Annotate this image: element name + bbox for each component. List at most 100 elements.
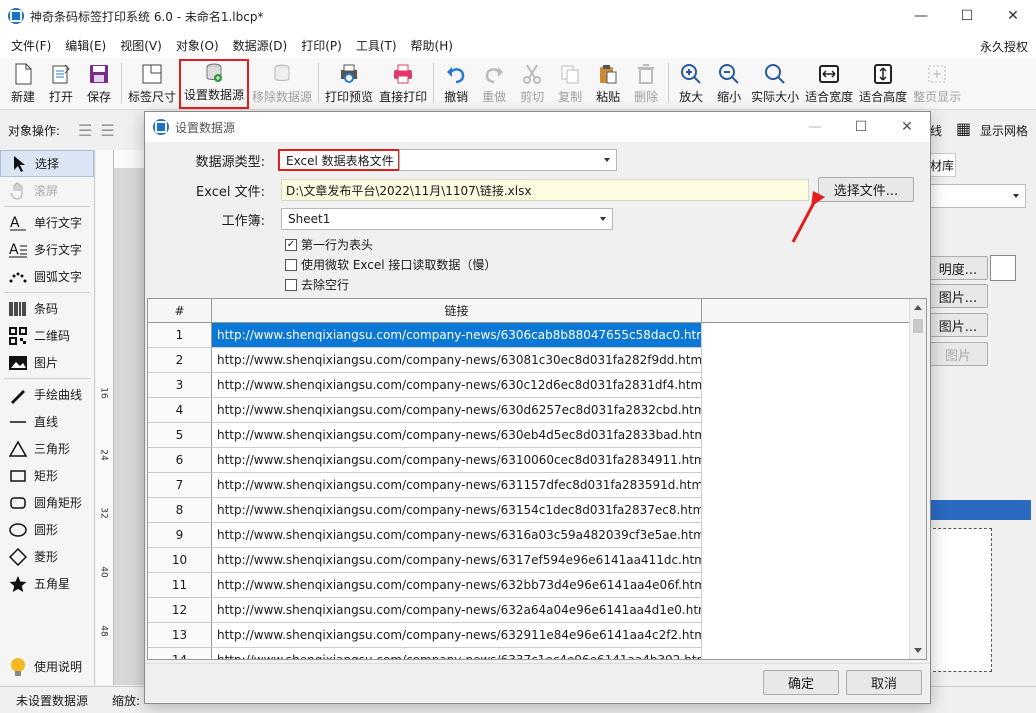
dialog-close-button[interactable]: ✕ <box>884 112 930 142</box>
full-page-button[interactable]: 整页显示 <box>910 59 964 109</box>
menu-edit[interactable]: 编辑(E) <box>58 37 113 54</box>
data-preview-table[interactable]: # 链接 1 http://www.shenqixiangsu.com/compa… <box>147 298 927 660</box>
image-button-1[interactable]: 图片... <box>928 284 988 308</box>
grid-icon[interactable]: ▦ <box>956 119 971 138</box>
actual-size-button[interactable]: 实际大小 <box>748 59 802 109</box>
table-row[interactable]: 4 http://www.shenqixiangsu.com/company-ne… <box>148 398 926 423</box>
image-button-3[interactable]: 图片 <box>928 342 988 366</box>
table-row[interactable]: 10 http://www.shenqixiangsu.com/company-n… <box>148 548 926 573</box>
tool-line[interactable]: 直线 <box>0 408 94 435</box>
save-button[interactable]: 保存 <box>80 59 118 109</box>
ms-excel-checkbox[interactable]: 使用微软 Excel 接口读取数据（慢） <box>285 256 496 273</box>
close-button[interactable]: ✕ <box>990 0 1036 32</box>
scroll-down-icon[interactable] <box>914 648 922 653</box>
print-preview-button[interactable]: 打印预览 <box>322 59 376 109</box>
tool-barcode[interactable]: 条码 <box>0 295 94 322</box>
cut-button[interactable]: 剪切 <box>513 59 551 109</box>
direct-print-button[interactable]: 直接打印 <box>376 59 430 109</box>
tool-rect[interactable]: 矩形 <box>0 462 94 489</box>
row-link-cell[interactable]: http://www.shenqixiangsu.com/company-new… <box>212 323 702 348</box>
table-row[interactable]: 7 http://www.shenqixiangsu.com/company-ne… <box>148 473 926 498</box>
copy-button[interactable]: 复制 <box>551 59 589 109</box>
tool-image[interactable]: 图片 <box>0 349 94 376</box>
undo-button[interactable]: 撤销 <box>437 59 475 109</box>
dialog-maximize-button[interactable]: ☐ <box>838 112 884 142</box>
zoom-in-button[interactable]: 放大 <box>672 59 710 109</box>
open-button[interactable]: 打开 <box>42 59 80 109</box>
fit-height-button[interactable]: 适合高度 <box>856 59 910 109</box>
table-row[interactable]: 5 http://www.shenqixiangsu.com/company-ne… <box>148 423 926 448</box>
help-guide[interactable]: 使用说明 <box>0 653 94 680</box>
table-row[interactable]: 9 http://www.shenqixiangsu.com/company-ne… <box>148 523 926 548</box>
redo-button[interactable]: 重做 <box>475 59 513 109</box>
delete-button[interactable]: 删除 <box>627 59 665 109</box>
row-link-cell[interactable]: http://www.shenqixiangsu.com/company-new… <box>212 573 702 598</box>
table-row[interactable]: 11 http://www.shenqixiangsu.com/company-n… <box>148 573 926 598</box>
property-select[interactable] <box>928 184 1026 208</box>
fit-width-button[interactable]: 适合宽度 <box>802 59 856 109</box>
tool-star[interactable]: 五角星 <box>0 570 94 597</box>
tool-qrcode[interactable]: 二维码 <box>0 322 94 349</box>
table-row[interactable]: 6 http://www.shenqixiangsu.com/company-ne… <box>148 448 926 473</box>
row-link-cell[interactable]: http://www.shenqixiangsu.com/company-new… <box>212 498 702 523</box>
tool-round-rect[interactable]: 圆角矩形 <box>0 489 94 516</box>
tool-circle[interactable]: 圆形 <box>0 516 94 543</box>
scroll-up-icon[interactable] <box>914 305 922 310</box>
table-row[interactable]: 14 http://www.shenqixiangsu.com/company-n… <box>148 648 926 659</box>
dialog-minimize-button[interactable]: — <box>792 112 838 142</box>
layers-icon[interactable]: ☰ <box>78 121 92 140</box>
ok-button[interactable]: 确定 <box>763 670 839 695</box>
image-button-2[interactable]: 图片... <box>928 313 988 337</box>
menu-tools[interactable]: 工具(T) <box>349 37 404 54</box>
set-datasource-button[interactable]: 设置数据源 <box>179 59 250 109</box>
workbook-select[interactable]: Sheet1 <box>281 208 613 230</box>
row-link-cell[interactable]: http://www.shenqixiangsu.com/company-new… <box>212 448 702 473</box>
ops-partial-label[interactable]: 线 <box>930 122 942 139</box>
tab-material-library[interactable]: 材库 <box>928 153 956 177</box>
maximize-button[interactable]: ☐ <box>944 0 990 32</box>
row-link-cell[interactable]: http://www.shenqixiangsu.com/company-new… <box>212 598 702 623</box>
tool-triangle[interactable]: 三角形 <box>0 435 94 462</box>
zoom-out-button[interactable]: 缩小 <box>710 59 748 109</box>
tool-freehand[interactable]: 手绘曲线 <box>0 381 94 408</box>
row-link-cell[interactable]: http://www.shenqixiangsu.com/company-new… <box>212 373 702 398</box>
menu-help[interactable]: 帮助(H) <box>404 37 460 54</box>
menu-object[interactable]: 对象(O) <box>169 37 226 54</box>
excel-file-path-input[interactable]: D:\文章发布平台\2022\11月\1107\链接.xlsx <box>281 179 809 201</box>
tool-multi-text[interactable]: A 多行文字 <box>0 236 94 263</box>
row-link-cell[interactable]: http://www.shenqixiangsu.com/company-new… <box>212 423 702 448</box>
tool-scroll[interactable]: 滚屏 <box>0 177 94 204</box>
tool-diamond[interactable]: 菱形 <box>0 543 94 570</box>
row-link-cell[interactable]: http://www.shenqixiangsu.com/company-new… <box>212 523 702 548</box>
row-link-cell[interactable]: http://www.shenqixiangsu.com/company-new… <box>212 648 702 659</box>
new-button[interactable]: 新建 <box>4 59 42 109</box>
tool-select[interactable]: 选择 <box>0 150 94 177</box>
column-header-number[interactable]: # <box>148 299 212 322</box>
design-canvas[interactable] <box>114 168 148 685</box>
table-row[interactable]: 13 http://www.shenqixiangsu.com/company-n… <box>148 623 926 648</box>
table-row[interactable]: 8 http://www.shenqixiangsu.com/company-ne… <box>148 498 926 523</box>
layers-alt-icon[interactable]: ☰ <box>100 121 114 140</box>
license-status[interactable]: 永久授权 <box>980 38 1028 55</box>
row-link-cell[interactable]: http://www.shenqixiangsu.com/company-new… <box>212 623 702 648</box>
table-scrollbar[interactable] <box>909 299 926 659</box>
tool-arc-text[interactable]: 圆弧文字 <box>0 263 94 290</box>
remove-empty-rows-checkbox[interactable]: 去除空行 <box>285 276 349 293</box>
menu-view[interactable]: 视图(V) <box>113 37 169 54</box>
label-size-button[interactable]: 标签尺寸 <box>125 59 179 109</box>
menu-file[interactable]: 文件(F) <box>4 37 58 54</box>
row-link-cell[interactable]: http://www.shenqixiangsu.com/company-new… <box>212 348 702 373</box>
tool-single-text[interactable]: A 单行文字 <box>0 209 94 236</box>
row-link-cell[interactable]: http://www.shenqixiangsu.com/company-new… <box>212 398 702 423</box>
first-row-header-checkbox[interactable]: ✓ 第一行为表头 <box>285 236 373 253</box>
table-row[interactable]: 12 http://www.shenqixiangsu.com/company-n… <box>148 598 926 623</box>
ds-type-select[interactable]: Excel 数据表格文件 <box>278 149 400 171</box>
row-link-cell[interactable]: http://www.shenqixiangsu.com/company-new… <box>212 473 702 498</box>
table-row[interactable]: 2 http://www.shenqixiangsu.com/company-ne… <box>148 348 926 373</box>
column-header-link[interactable]: 链接 <box>212 299 702 322</box>
cancel-button[interactable]: 取消 <box>846 670 922 695</box>
paste-button[interactable]: 粘贴 <box>589 59 627 109</box>
show-grid-toggle[interactable]: 显示网格 <box>980 122 1028 139</box>
ds-type-select-ext[interactable] <box>399 149 617 171</box>
remove-datasource-button[interactable]: 移除数据源 <box>249 59 315 109</box>
